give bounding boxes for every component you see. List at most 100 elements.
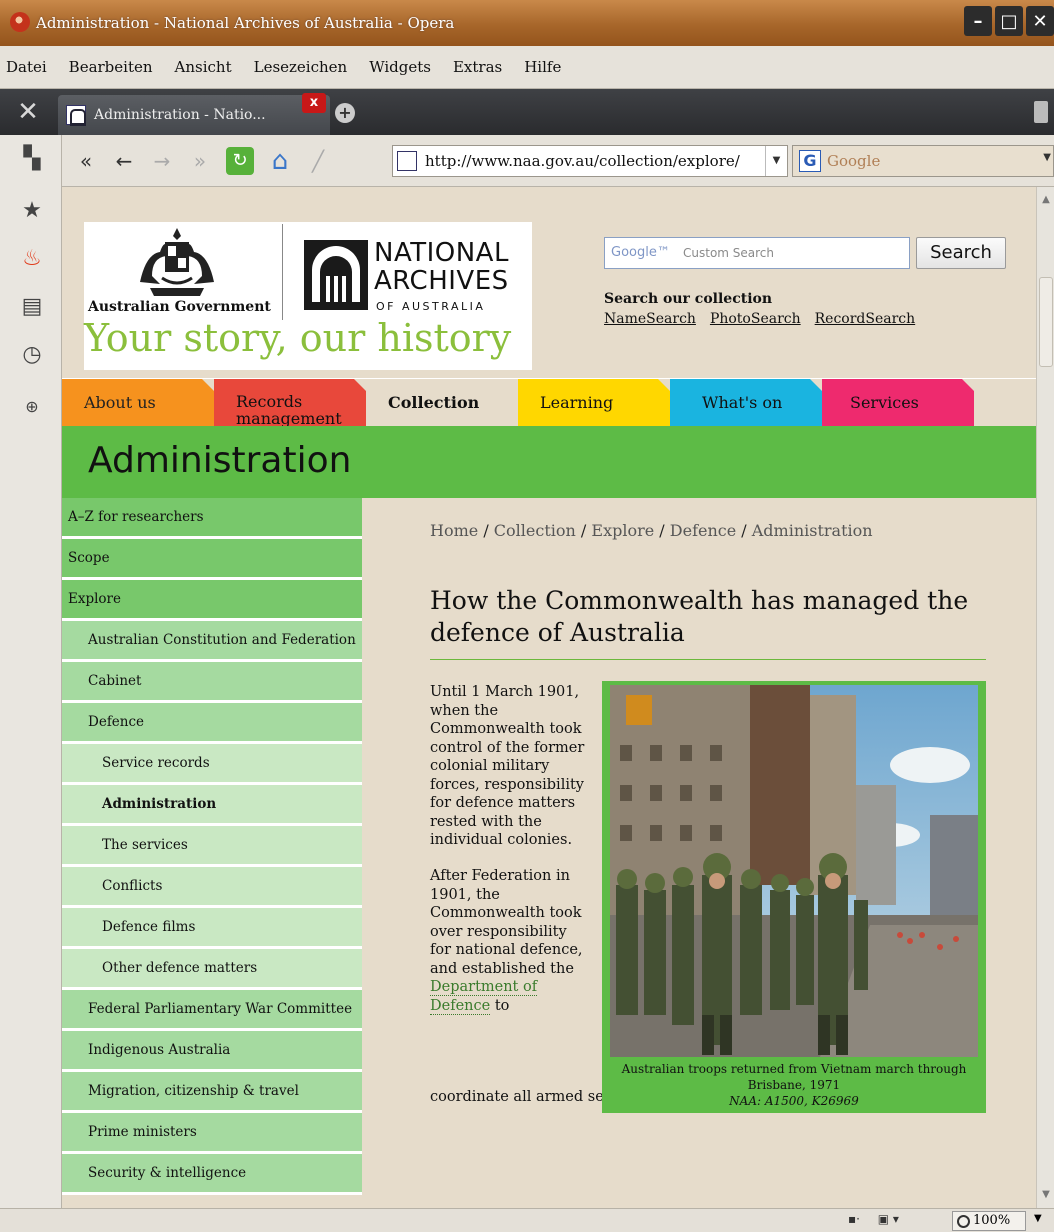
navigation-toolbar: « ← → » ↻ ⌂ ╱ http://www.naa.gov.au/coll… bbox=[62, 135, 1054, 187]
sidebar-item[interactable]: Other defence matters bbox=[62, 949, 362, 990]
site-search-input[interactable]: Google™ Custom Search bbox=[604, 237, 910, 269]
google-engine-icon[interactable]: G bbox=[799, 150, 821, 172]
tools-icon[interactable]: ✕ bbox=[12, 98, 44, 126]
browser-search-field[interactable]: G Google ▼ bbox=[792, 145, 1054, 177]
scroll-down-icon[interactable]: ▼ bbox=[1037, 1186, 1054, 1204]
breadcrumb-collection[interactable]: Collection bbox=[494, 521, 576, 540]
tab-services[interactable]: Services bbox=[822, 379, 974, 426]
forward-icon[interactable]: → bbox=[148, 147, 176, 175]
collection-search-heading: Search our collection bbox=[604, 291, 773, 307]
fire-icon[interactable]: ♨ bbox=[18, 245, 46, 273]
notes-icon[interactable]: ▤ bbox=[18, 293, 46, 321]
sidebar-item[interactable]: Migration, citizenship & travel bbox=[62, 1072, 362, 1113]
breadcrumb-defence[interactable]: Defence bbox=[670, 521, 736, 540]
menu-extras[interactable]: Extras bbox=[442, 58, 513, 76]
reload-icon[interactable]: ↻ bbox=[226, 147, 254, 175]
photo-caption: Australian troops returned from Vietnam … bbox=[602, 1061, 986, 1109]
site-tagline: Your story, our history bbox=[84, 316, 512, 360]
photo-caption-citation: NAA: A1500, K26969 bbox=[729, 1094, 859, 1108]
sidebar-item[interactable]: A–Z for researchers bbox=[62, 498, 362, 539]
edit-icon[interactable]: ╱ bbox=[304, 147, 332, 175]
tab-collection[interactable]: Collection bbox=[366, 379, 518, 426]
opera-logo-icon bbox=[10, 12, 30, 32]
sidebar-item[interactable]: Scope bbox=[62, 539, 362, 580]
tab-bar: ✕ Administration - Natio... x + bbox=[0, 89, 1054, 135]
scrollbar-thumb[interactable] bbox=[1039, 277, 1053, 367]
sidebar-item[interactable]: Indigenous Australia bbox=[62, 1031, 362, 1072]
menu-widgets[interactable]: Widgets bbox=[358, 58, 442, 76]
scroll-up-icon[interactable]: ▲ bbox=[1037, 191, 1054, 209]
browser-tab[interactable]: Administration - Natio... x bbox=[58, 93, 330, 135]
zoom-control[interactable]: 100% bbox=[952, 1211, 1026, 1231]
history-clock-icon[interactable]: ◷ bbox=[18, 341, 46, 369]
paragraph-2-text: After Federation in 1901, the Commonweal… bbox=[430, 868, 583, 977]
search-dropdown-icon[interactable]: ▼ bbox=[1043, 152, 1051, 163]
breadcrumb-home[interactable]: Home bbox=[430, 521, 478, 540]
zoom-dropdown-icon[interactable]: ▼ bbox=[1034, 1213, 1042, 1224]
namesearch-link[interactable]: NameSearch bbox=[604, 311, 696, 327]
department-of-defence-link[interactable]: Department of Defence bbox=[430, 979, 538, 1015]
fast-forward-icon[interactable]: » bbox=[186, 147, 214, 175]
article-heading: How the Commonwealth has managed the def… bbox=[430, 586, 969, 647]
close-window-button[interactable]: ✕ bbox=[1026, 6, 1054, 36]
address-bar[interactable]: http://www.naa.gov.au/collection/explore… bbox=[392, 145, 788, 177]
tab-records-management[interactable]: Records management bbox=[214, 379, 366, 427]
rewind-icon[interactable]: « bbox=[72, 147, 100, 175]
sidebar-item[interactable]: Administration bbox=[62, 785, 362, 826]
menu-bearbeiten[interactable]: Bearbeiten bbox=[58, 58, 164, 76]
tab-about-us[interactable]: About us bbox=[62, 379, 214, 426]
sidebar-item[interactable]: Cabinet bbox=[62, 662, 362, 703]
sidebar-item[interactable]: Defence bbox=[62, 703, 362, 744]
menu-datei[interactable]: Datei bbox=[0, 58, 58, 76]
site-search-placeholder: Custom Search bbox=[683, 246, 775, 260]
heading-rule bbox=[430, 659, 986, 660]
address-url[interactable]: http://www.naa.gov.au/collection/explore… bbox=[425, 152, 740, 170]
new-tab-button[interactable]: + bbox=[335, 103, 355, 123]
speed-dial-icon[interactable]: ▪· bbox=[848, 1212, 860, 1226]
sidebar-item[interactable]: Explore bbox=[62, 580, 362, 621]
tab-whats-on[interactable]: What's on bbox=[670, 379, 822, 426]
tab-learning[interactable]: Learning bbox=[518, 379, 670, 426]
menu-hilfe[interactable]: Hilfe bbox=[513, 58, 572, 76]
photosearch-link[interactable]: PhotoSearch bbox=[710, 311, 801, 327]
sidebar-item[interactable]: Security & intelligence bbox=[62, 1154, 362, 1195]
status-icons: ▪· ▣ ▾ bbox=[848, 1212, 899, 1226]
breadcrumb-explore[interactable]: Explore bbox=[591, 521, 654, 540]
recordsearch-link[interactable]: RecordSearch bbox=[815, 311, 916, 327]
add-panel-icon[interactable]: ⊕ bbox=[18, 393, 46, 421]
sidebar-item[interactable]: The services bbox=[62, 826, 362, 867]
photo-figure: Australian troops returned from Vietnam … bbox=[602, 681, 986, 1113]
camera-icon[interactable]: ▣ ▾ bbox=[878, 1212, 899, 1226]
troops-photo[interactable] bbox=[610, 685, 978, 1057]
sidebar-item[interactable]: Conflicts bbox=[62, 867, 362, 908]
australian-government-label: Australian Government bbox=[88, 299, 271, 315]
maximize-button[interactable]: □ bbox=[995, 6, 1023, 36]
naa-favicon-icon bbox=[66, 105, 86, 126]
menu-ansicht[interactable]: Ansicht bbox=[164, 58, 243, 76]
sidebar-item[interactable]: Australian Constitution and Federation bbox=[62, 621, 362, 662]
site-nav-tabs: About us Records management Collection L… bbox=[62, 379, 974, 427]
site-logo[interactable]: Australian Government NATIONAL ARCHIVES … bbox=[84, 222, 532, 370]
address-dropdown-icon[interactable]: ▼ bbox=[765, 146, 787, 176]
sidebar-item[interactable]: Federal Parliamentary War Committee bbox=[62, 990, 362, 1031]
back-icon[interactable]: ← bbox=[110, 147, 138, 175]
section-banner: Administration bbox=[62, 426, 1036, 498]
minimize-button[interactable]: – bbox=[964, 6, 992, 36]
panel-toggle-icon[interactable]: ▚ bbox=[18, 145, 46, 173]
sidebar-item[interactable]: Prime ministers bbox=[62, 1113, 362, 1154]
home-icon[interactable]: ⌂ bbox=[266, 147, 294, 175]
window-title: Administration - National Archives of Au… bbox=[36, 14, 455, 32]
window-controls: – □ ✕ bbox=[964, 6, 1054, 36]
bookmarks-star-icon[interactable]: ★ bbox=[18, 197, 46, 225]
close-tab-button[interactable]: x bbox=[302, 93, 326, 113]
trash-icon[interactable] bbox=[1034, 101, 1048, 123]
menu-lesezeichen[interactable]: Lesezeichen bbox=[243, 58, 359, 76]
site-search-button[interactable]: Search bbox=[916, 237, 1006, 269]
sidebar-item[interactable]: Service records bbox=[62, 744, 362, 785]
panel-sidebar: ▚ ★ ♨ ▤ ◷ ⊕ bbox=[0, 135, 62, 1208]
title-bar: Administration - National Archives of Au… bbox=[0, 0, 1054, 46]
tab-label: Administration - Natio... bbox=[94, 107, 266, 123]
status-bar: ▪· ▣ ▾ 100% ▼ bbox=[0, 1208, 1054, 1232]
vertical-scrollbar[interactable]: ▲ ▼ bbox=[1036, 187, 1054, 1208]
sidebar-item[interactable]: Defence films bbox=[62, 908, 362, 949]
